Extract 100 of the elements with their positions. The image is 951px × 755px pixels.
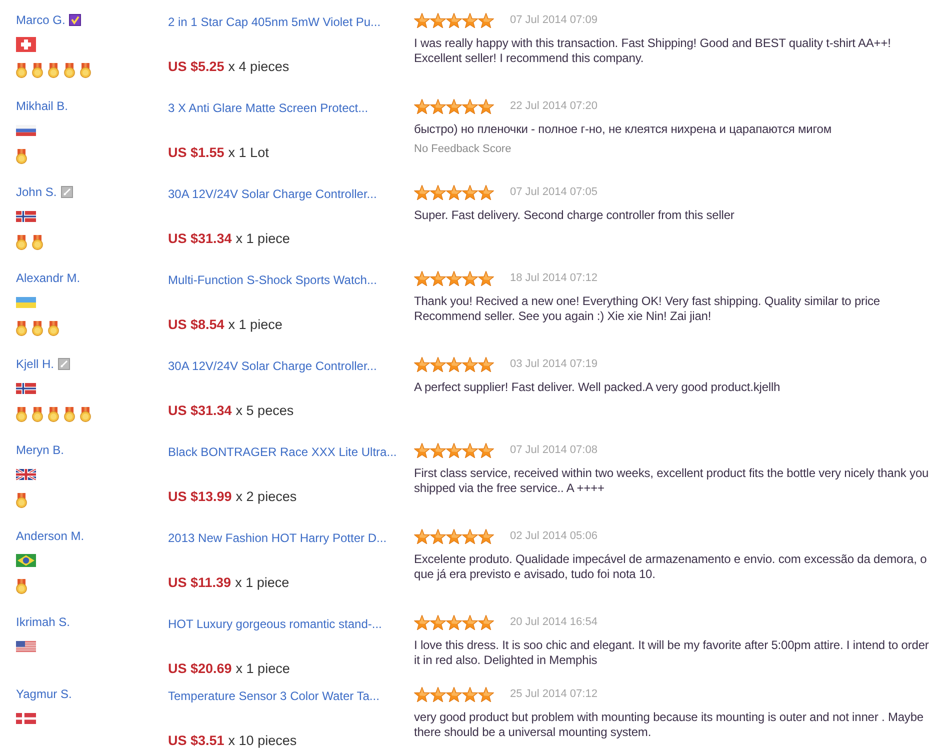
buyer-name-link[interactable]: Alexandr M. <box>16 271 80 285</box>
flag-icon <box>16 383 36 394</box>
product-link[interactable]: HOT Luxury gorgeous romantic stand-... <box>168 617 382 631</box>
star-icon <box>430 528 446 544</box>
star-icon <box>478 270 494 286</box>
product-link[interactable]: 2013 New Fashion HOT Harry Potter D... <box>168 531 387 545</box>
star-icon <box>462 12 478 28</box>
quantity-text: x 1 piece <box>236 661 290 677</box>
price-text: US $11.39 <box>168 575 232 591</box>
star-icon <box>430 614 446 630</box>
star-icon <box>430 184 446 200</box>
medal-icon <box>16 493 27 508</box>
star-icon <box>446 184 462 200</box>
flag-icon <box>16 641 36 652</box>
star-icon <box>414 270 430 286</box>
star-icon <box>446 686 462 702</box>
review-date: 22 Jul 2014 07:20 <box>510 100 598 112</box>
star-icon <box>462 442 478 458</box>
medal-icon <box>16 149 27 164</box>
review-text: Thank you! Recived a new one! Everything OK! Very fast shipping. Quality similar to price Recommend seller. See you again :) Xie xie Nin! Zai jian! <box>414 294 881 324</box>
medal-icon <box>16 407 27 422</box>
medal-icon <box>32 407 43 422</box>
buyer-name-link[interactable]: Marco G. <box>16 13 66 27</box>
review-date: 07 Jul 2014 07:09 <box>510 14 598 26</box>
star-icon <box>446 12 462 28</box>
product-link[interactable]: 3 X Anti Glare Matte Screen Protect... <box>168 101 368 115</box>
product-link[interactable]: 30A 12V/24V Solar Charge Controller... <box>168 359 377 373</box>
star-icon <box>478 686 494 702</box>
flag-icon <box>16 554 36 567</box>
quantity-text: x 1 piece <box>228 317 282 333</box>
quantity-text: x 1 Lot <box>228 145 269 161</box>
star-icon <box>414 442 430 458</box>
flag-icon <box>16 297 36 308</box>
quantity-text: x 4 pieces <box>228 59 290 75</box>
review-date: 25 Jul 2014 07:12 <box>510 688 598 700</box>
star-icon <box>446 98 462 114</box>
star-icon <box>446 614 462 630</box>
star-icon <box>430 12 446 28</box>
medal-icon <box>48 63 59 78</box>
star-icon <box>478 528 494 544</box>
price-text: US $1.55 <box>168 145 224 161</box>
star-icon <box>414 12 430 28</box>
star-icon <box>462 184 478 200</box>
review-date: 20 Jul 2014 16:54 <box>510 616 598 628</box>
star-icon <box>446 528 462 544</box>
star-icon <box>430 686 446 702</box>
buyer-name-link[interactable]: Mikhail B. <box>16 99 68 113</box>
product-link[interactable]: Multi-Function S-Shock Sports Watch... <box>168 273 377 287</box>
buyer-name-link[interactable]: Kjell H. <box>16 357 54 371</box>
star-icon <box>462 528 478 544</box>
star-icon <box>414 614 430 630</box>
product-link[interactable]: 30A 12V/24V Solar Charge Controller... <box>168 187 377 201</box>
product-link[interactable]: Black BONTRAGER Race XXX Lite Ultra... <box>168 445 397 459</box>
review-text: I love this dress. It is soo chic and elegant. It will be my favorite after 5:00pm attire. I intend to order it in red also. Delighted in Memphis <box>414 638 930 668</box>
star-icon <box>478 442 494 458</box>
flag-icon <box>16 37 36 52</box>
quantity-text: x 2 pieces <box>236 489 297 505</box>
star-icon <box>414 184 430 200</box>
buyer-name-link[interactable]: Ikrimah S. <box>16 615 70 629</box>
quantity-text: x 1 piece <box>235 575 290 591</box>
flag-icon <box>16 125 36 136</box>
review-text: Super. Fast delivery. Second charge controller from this seller <box>414 208 734 223</box>
medal-icon <box>32 235 43 250</box>
buyer-name-link[interactable]: Anderson M. <box>16 529 84 543</box>
buyer-name-link[interactable]: Yagmur S. <box>16 687 72 701</box>
product-link[interactable]: 2 in 1 Star Cap 405nm 5mW Violet Pu... <box>168 15 381 29</box>
star-icon <box>414 686 430 702</box>
star-icon <box>462 356 478 372</box>
star-icon <box>478 184 494 200</box>
buyer-name-link[interactable]: Meryn B. <box>16 443 64 457</box>
review-text: быстро) но пленочки - полное г-но, не клеятся нихрена и царапаются мигом <box>414 122 832 137</box>
feedback-score-note: No Feedback Score <box>414 142 512 156</box>
quantity-text: x 10 pieces <box>228 733 297 749</box>
medal-icon <box>16 63 27 78</box>
star-icon <box>430 356 446 372</box>
star-icon <box>462 614 478 630</box>
review-text: very good product but problem with mounting because its mounting is outer and not inner . Maybe there should be a universal mounting system. <box>414 710 924 740</box>
medal-icon <box>16 579 27 594</box>
product-link[interactable]: Temperature Sensor 3 Color Water Ta... <box>168 689 380 703</box>
flag-icon <box>16 713 36 724</box>
star-icon <box>446 442 462 458</box>
star-icon <box>478 98 494 114</box>
flag-icon <box>16 469 36 480</box>
star-icon <box>430 270 446 286</box>
review-date: 07 Jul 2014 07:05 <box>510 186 598 198</box>
star-icon <box>462 98 478 114</box>
star-icon <box>478 12 494 28</box>
star-icon <box>462 686 478 702</box>
medal-icon <box>16 321 27 336</box>
star-icon <box>414 98 430 114</box>
medal-icon <box>48 321 59 336</box>
star-icon <box>478 356 494 372</box>
star-icon <box>430 98 446 114</box>
medal-icon <box>80 63 91 78</box>
medal-icon <box>32 321 43 336</box>
review-text: A perfect supplier! Fast deliver. Well packed.A very good product.kjellh <box>414 380 780 395</box>
buyer-name-link[interactable]: John S. <box>16 185 57 199</box>
price-text: US $13.99 <box>168 489 232 505</box>
medal-icon <box>32 63 43 78</box>
medal-icon <box>48 407 59 422</box>
